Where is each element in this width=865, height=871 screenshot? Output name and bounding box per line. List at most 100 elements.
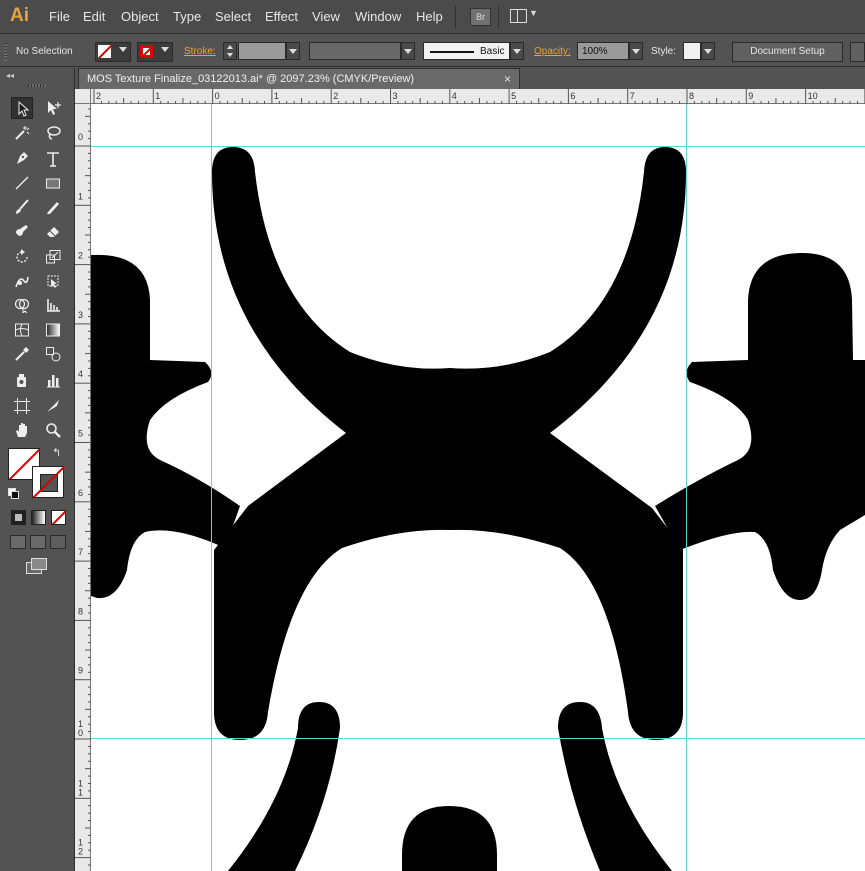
- hand-tool[interactable]: [11, 419, 33, 441]
- menu-view[interactable]: View: [312, 9, 340, 24]
- opacity-label[interactable]: Opacity:: [534, 46, 571, 57]
- direct-selection-tool[interactable]: [42, 97, 64, 119]
- stroke-color-dropdown[interactable]: [137, 42, 173, 62]
- column-graph-tool-icon: [47, 375, 60, 388]
- eraser-tool[interactable]: [42, 220, 64, 242]
- menu-edit[interactable]: Edit: [83, 9, 105, 24]
- brush-stroke-preview-icon: [430, 51, 474, 53]
- vertical-ruler[interactable]: 0123456789101112: [75, 104, 91, 871]
- opacity-dropdown[interactable]: [629, 42, 643, 60]
- swap-fill-stroke-icon[interactable]: ↰: [52, 446, 61, 459]
- gradient-tool[interactable]: [42, 319, 64, 341]
- symbol-sprayer-tool[interactable]: [11, 369, 33, 391]
- line-segment-tool[interactable]: [11, 172, 33, 194]
- free-transform-tool[interactable]: [42, 270, 64, 292]
- artwork-central-shape: [212, 147, 686, 740]
- eyedropper-tool[interactable]: [11, 343, 33, 365]
- chevron-down-icon: [289, 49, 297, 54]
- close-icon[interactable]: ×: [504, 72, 511, 86]
- stroke-swatch-icon: [140, 45, 153, 58]
- none-swatch-icon: [98, 45, 111, 58]
- brush-definition-field[interactable]: Basic: [423, 42, 510, 60]
- magic-wand-tool-icon: [15, 126, 30, 140]
- none-mode-button[interactable]: [51, 510, 66, 525]
- menu-select[interactable]: Select: [215, 9, 251, 24]
- graphic-style-dropdown[interactable]: [701, 42, 715, 60]
- draw-normal-button[interactable]: [10, 535, 26, 549]
- brush-definition-dropdown[interactable]: [510, 42, 524, 60]
- selection-tool[interactable]: [11, 97, 33, 119]
- default-fill-stroke-icon[interactable]: [8, 488, 19, 499]
- perspective-grid-tool[interactable]: [42, 294, 64, 316]
- menu-file[interactable]: File: [49, 9, 70, 24]
- ruler-label: 2: [96, 91, 101, 101]
- go-to-bridge-button[interactable]: Br: [470, 8, 491, 26]
- blend-tool[interactable]: [42, 343, 64, 365]
- lasso-tool[interactable]: [42, 122, 64, 144]
- pen-tool[interactable]: [11, 148, 33, 170]
- opacity-field[interactable]: 100%: [577, 42, 629, 60]
- type-tool[interactable]: [42, 148, 64, 170]
- menu-help[interactable]: Help: [416, 9, 443, 24]
- artboard-canvas[interactable]: [91, 104, 865, 871]
- stroke-weight-stepper[interactable]: [223, 42, 237, 60]
- ruler-label: 8: [78, 606, 83, 616]
- eraser-tool-icon: [47, 227, 59, 237]
- document-tab-title: MOS Texture Finalize_03122013.ai* @ 2097…: [87, 73, 415, 85]
- magic-wand-tool[interactable]: [11, 122, 33, 144]
- gradient-mode-button[interactable]: [31, 510, 46, 525]
- document-setup-button[interactable]: Document Setup: [732, 42, 843, 62]
- zoom-tool[interactable]: [42, 419, 64, 441]
- draw-behind-button[interactable]: [30, 535, 46, 549]
- stroke-swatch[interactable]: [32, 466, 64, 498]
- preferences-button[interactable]: [850, 42, 865, 62]
- document-tab[interactable]: MOS Texture Finalize_03122013.ai* @ 2097…: [78, 68, 520, 89]
- stroke-label[interactable]: Stroke:: [184, 46, 216, 57]
- type-tool-icon: [47, 152, 59, 167]
- pencil-tool[interactable]: [42, 196, 64, 218]
- panel-grip[interactable]: [4, 43, 7, 61]
- ruler-label: 0: [215, 91, 220, 101]
- menu-effect[interactable]: Effect: [265, 9, 298, 24]
- graphic-style-swatch[interactable]: [683, 42, 701, 60]
- slice-tool[interactable]: [42, 395, 64, 417]
- mesh-tool[interactable]: [11, 319, 33, 341]
- hand-tool-icon: [16, 423, 27, 437]
- ruler-label: 5: [511, 91, 516, 101]
- artboard-tool[interactable]: [11, 395, 33, 417]
- artwork: [91, 104, 865, 871]
- document-tab-bar: MOS Texture Finalize_03122013.ai* @ 2097…: [75, 68, 865, 89]
- collapse-panel-icon[interactable]: ◂◂: [6, 71, 14, 80]
- pencil-tool-icon: [47, 202, 59, 214]
- ruler-origin[interactable]: [75, 89, 91, 104]
- rectangle-tool[interactable]: [42, 172, 64, 194]
- lasso-tool-icon: [47, 126, 61, 140]
- variable-width-profile-field[interactable]: [309, 42, 401, 60]
- color-icon: [15, 514, 22, 521]
- blob-brush-tool[interactable]: [11, 220, 33, 242]
- fill-color-dropdown[interactable]: [95, 42, 131, 62]
- draw-inside-button[interactable]: [50, 535, 66, 549]
- menu-window[interactable]: Window: [355, 9, 401, 24]
- menu-type[interactable]: Type: [173, 9, 201, 24]
- menu-object[interactable]: Object: [121, 9, 159, 24]
- scale-tool[interactable]: [42, 246, 64, 268]
- chevron-down-icon: [513, 49, 521, 54]
- panel-grip[interactable]: [28, 84, 46, 87]
- ruler-label: 7: [78, 547, 83, 557]
- rectangle-tool-icon: [46, 178, 60, 189]
- ruler-label: 2: [333, 91, 338, 101]
- rotate-tool[interactable]: [11, 246, 33, 268]
- shape-builder-tool[interactable]: [11, 294, 33, 316]
- column-graph-tool[interactable]: [42, 369, 64, 391]
- paintbrush-tool[interactable]: [11, 196, 33, 218]
- stroke-weight-dropdown[interactable]: [286, 42, 300, 60]
- arrange-documents-button[interactable]: ▼: [510, 8, 538, 24]
- color-mode-button[interactable]: [11, 510, 26, 525]
- horizontal-ruler[interactable]: 2 1 0 1 2 3 4 5 6 7 8 9 10: [91, 89, 865, 104]
- variable-width-profile-dropdown[interactable]: [401, 42, 415, 60]
- stroke-weight-field[interactable]: [238, 42, 286, 60]
- blob-brush-tool-icon: [16, 225, 28, 236]
- warp-tool[interactable]: [11, 270, 33, 292]
- change-screen-mode-icon[interactable]: [26, 558, 48, 574]
